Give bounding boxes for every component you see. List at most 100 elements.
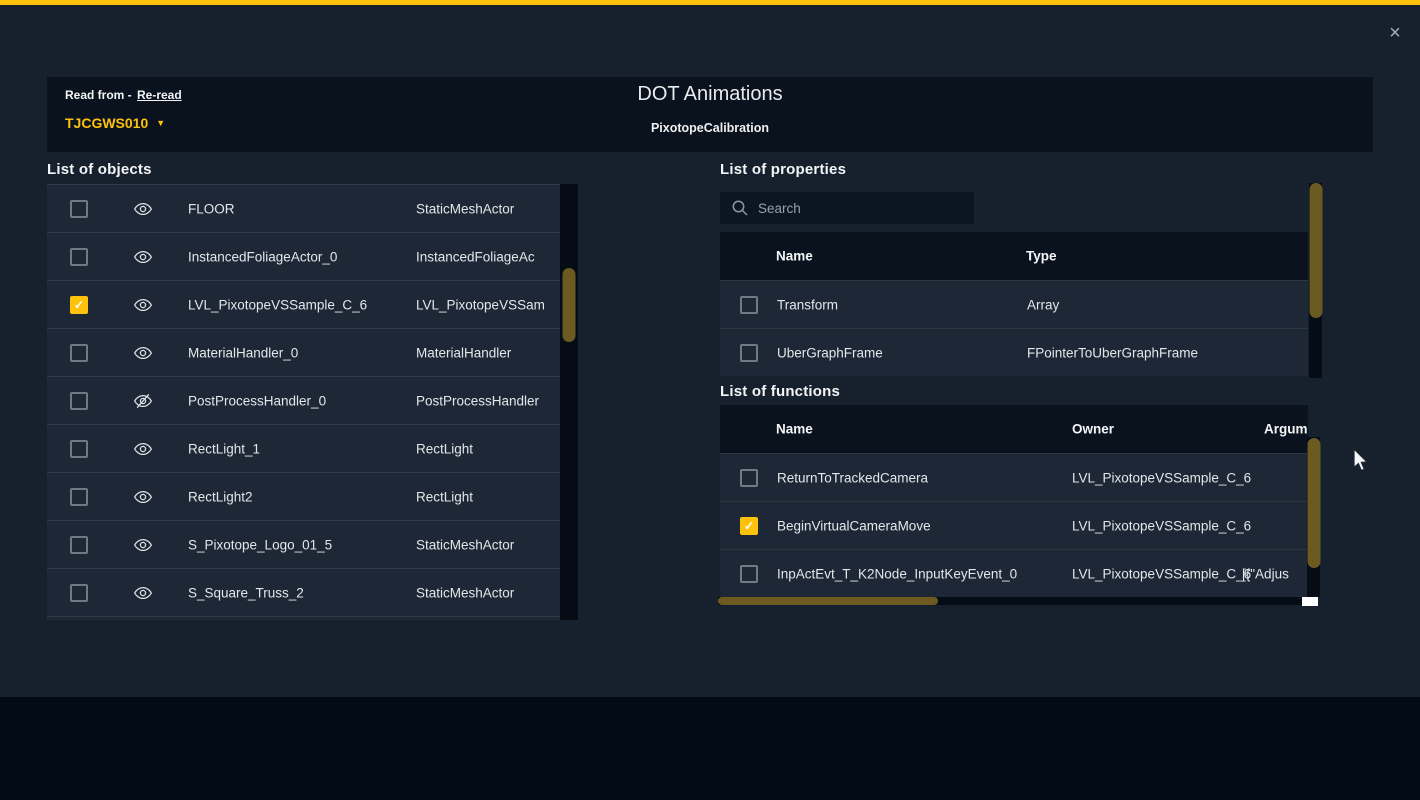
close-icon[interactable]: × [1382,20,1408,46]
scrollbar-corner [1302,597,1318,606]
eye-icon[interactable] [133,487,153,507]
object-name: S_Square_Truss_2 [188,585,304,600]
object-checkbox[interactable] [70,344,88,362]
object-type: StaticMeshActor [416,585,514,600]
function-row[interactable]: ReturnToTrackedCamera LVL_PixotopeVSSamp… [720,453,1308,501]
property-name: UberGraphFrame [777,345,883,360]
functions-header-row: Name Owner Arguments [720,405,1308,453]
object-row[interactable]: ✓ LVL_PixotopeVSSample_C_6 LVL_PixotopeV… [47,281,561,329]
object-type: InstancedFoliageAc [416,249,535,264]
objects-scrollbar[interactable] [560,184,578,620]
object-checkbox[interactable]: ✓ [70,296,88,314]
object-row[interactable]: PostProcessHandler_0 PostProcessHandler [47,377,561,425]
object-name: InstancedFoliageActor_0 [188,249,337,264]
function-row[interactable]: InpActEvt_T_K2Node_InputKeyEvent_0 LVL_P… [720,549,1308,597]
object-checkbox[interactable] [70,536,88,554]
properties-header-row: Name Type [720,232,1308,280]
object-row[interactable]: MaterialHandler_0 MaterialHandler [47,329,561,377]
functions-table: Name Owner Arguments ReturnToTrackedCame… [720,405,1308,597]
object-checkbox[interactable] [70,488,88,506]
function-owner: LVL_PixotopeVSSample_C_6 [1072,470,1251,485]
search-icon [731,199,749,217]
column-header-owner: Owner [1072,422,1114,437]
property-name: Transform [777,297,838,312]
functions-horizontal-scrollbar[interactable] [718,597,1302,605]
object-checkbox[interactable] [70,392,88,410]
function-owner: LVL_PixotopeVSSample_C_6 [1072,566,1251,581]
object-type: PostProcessHandler [416,393,539,408]
mouse-cursor [1352,448,1370,474]
function-name: InpActEvt_T_K2Node_InputKeyEvent_0 [777,566,1017,581]
properties-scrollbar[interactable] [1309,183,1322,378]
eye-slash-icon[interactable] [133,391,153,411]
properties-scrollbar-thumb[interactable] [1309,183,1322,318]
object-row-partial [47,617,561,620]
eye-icon[interactable] [133,439,153,459]
object-row[interactable]: InstancedFoliageActor_0 InstancedFoliage… [47,233,561,281]
functions-horizontal-scrollbar-thumb[interactable] [718,597,938,605]
object-checkbox[interactable] [70,200,88,218]
eye-icon[interactable] [133,535,153,555]
dialog-footer: Cancel Select [0,697,1420,800]
function-checkbox[interactable] [740,565,758,583]
object-checkbox[interactable] [70,440,88,458]
object-name: MaterialHandler_0 [188,345,298,360]
object-type: RectLight [416,489,473,504]
function-row[interactable]: ✓ BeginVirtualCameraMove LVL_PixotopeVSS… [720,501,1308,549]
object-row[interactable]: RectLight2 RectLight [47,473,561,521]
object-row[interactable]: FLOOR StaticMeshActor [47,185,561,233]
property-checkbox[interactable] [740,296,758,314]
functions-vertical-scrollbar[interactable] [1307,437,1320,597]
object-type: StaticMeshActor [416,537,514,552]
object-type: RectLight [416,441,473,456]
object-row[interactable]: S_Pixotope_Logo_01_5 StaticMeshActor [47,521,561,569]
object-row[interactable]: S_Square_Truss_2 StaticMeshActor [47,569,561,617]
object-name: LVL_PixotopeVSSample_C_6 [188,297,367,312]
properties-heading: List of properties [720,161,846,178]
function-checkbox[interactable] [740,469,758,487]
column-header-type: Type [1026,249,1057,264]
column-header-name: Name [776,249,813,264]
dialog-header: Read from - Re-read TJCGWS010▼ DOT Anima… [47,77,1373,152]
object-type: StaticMeshActor [416,201,514,216]
eye-icon[interactable] [133,343,153,363]
object-type: LVL_PixotopeVSSam [416,297,545,312]
eye-icon[interactable] [133,247,153,267]
function-owner: LVL_PixotopeVSSample_C_6 [1072,518,1251,533]
object-name: RectLight2 [188,489,253,504]
object-name: S_Pixotope_Logo_01_5 [188,537,332,552]
functions-vertical-scrollbar-thumb[interactable] [1307,438,1320,568]
eye-icon[interactable] [133,583,153,603]
objects-heading: List of objects [47,161,152,178]
eye-icon[interactable] [133,295,153,315]
object-row[interactable]: RectLight_1 RectLight [47,425,561,473]
property-row[interactable]: UberGraphFrame FPointerToUberGraphFrame [720,328,1308,376]
search-input[interactable] [756,192,966,224]
object-type: MaterialHandler [416,345,511,360]
eye-icon[interactable] [133,199,153,219]
property-checkbox[interactable] [740,344,758,362]
column-header-arguments: Arguments [1264,422,1308,437]
function-arguments: [{"Adjus [1242,566,1289,581]
dot-animations-dialog: × Read from - Re-read TJCGWS010▼ DOT Ani… [0,0,1420,800]
object-checkbox[interactable] [70,584,88,602]
functions-heading: List of functions [720,383,840,400]
property-type: Array [1027,297,1059,312]
page-subtitle: PixotopeCalibration [47,121,1373,135]
object-name: PostProcessHandler_0 [188,393,326,408]
function-name: BeginVirtualCameraMove [777,518,931,533]
column-header-name: Name [776,422,813,437]
properties-table: Name Type Transform Array UberGraphFrame… [720,232,1308,376]
page-title: DOT Animations [47,83,1373,106]
objects-scrollbar-thumb[interactable] [563,268,576,342]
object-name: RectLight_1 [188,441,260,456]
object-checkbox[interactable] [70,248,88,266]
properties-search [720,192,974,224]
function-checkbox[interactable]: ✓ [740,517,758,535]
objects-table: FLOOR StaticMeshActor InstancedFoliageAc… [47,184,561,620]
property-type: FPointerToUberGraphFrame [1027,345,1198,360]
object-name: FLOOR [188,201,235,216]
property-row[interactable]: Transform Array [720,280,1308,328]
function-name: ReturnToTrackedCamera [777,470,928,485]
top-accent-bar [0,0,1420,5]
